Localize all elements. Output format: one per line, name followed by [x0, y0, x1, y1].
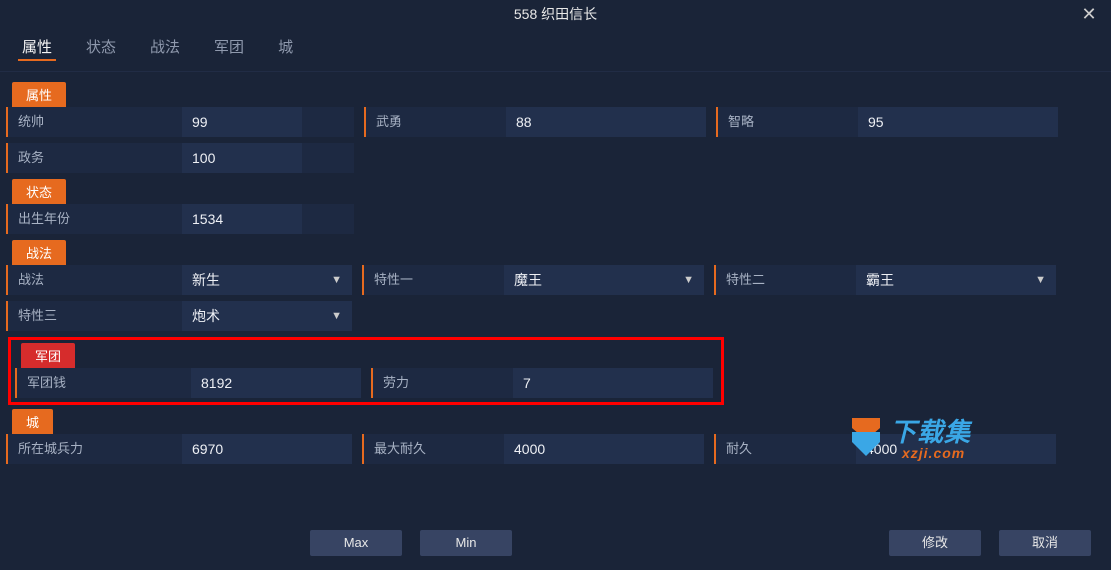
input-birth-year[interactable]	[182, 204, 302, 234]
label-birth-year: 出生年份	[8, 204, 182, 234]
section-header-status: 状态	[12, 179, 66, 204]
window-title: 558 织田信长	[514, 6, 597, 22]
field-intellect: 智略	[716, 107, 1058, 137]
select-trait1-value: 魔王	[514, 272, 542, 288]
field-army-money: 军团钱	[15, 368, 361, 398]
section-header-army: 军团	[21, 343, 75, 368]
tab-castle[interactable]: 城	[274, 34, 297, 61]
section-header-castle: 城	[12, 409, 53, 434]
field-tactic: 战法 新生 ▼	[6, 265, 352, 295]
label-trait1: 特性一	[364, 265, 504, 295]
select-trait3[interactable]: 炮术 ▼	[182, 301, 352, 331]
field-trait1: 特性一 魔王 ▼	[362, 265, 704, 295]
field-trait3: 特性三 炮术 ▼	[6, 301, 352, 331]
chevron-down-icon: ▼	[1035, 265, 1046, 295]
title-bar: 558 织田信长 ✕	[0, 0, 1111, 28]
tab-army[interactable]: 军团	[210, 34, 248, 61]
label-army-money: 军团钱	[17, 368, 191, 398]
label-castle-troops: 所在城兵力	[8, 434, 182, 464]
label-intellect: 智略	[718, 107, 858, 137]
field-valor: 武勇	[364, 107, 706, 137]
chevron-down-icon: ▼	[331, 301, 342, 331]
select-trait2-value: 霸王	[866, 272, 894, 288]
select-trait1[interactable]: 魔王 ▼	[504, 265, 704, 295]
close-icon: ✕	[1081, 4, 1096, 24]
watermark-line2: xzji.com	[902, 446, 971, 461]
label-leadership: 统帅	[8, 107, 182, 137]
select-trait3-value: 炮术	[192, 308, 220, 324]
tab-bar: 属性 状态 战法 军团 城	[0, 28, 1111, 72]
field-leadership: 统帅	[6, 107, 354, 137]
label-politics: 政务	[8, 143, 182, 173]
input-valor[interactable]	[506, 107, 706, 137]
field-castle-troops: 所在城兵力	[6, 434, 352, 464]
field-army-labor: 劳力	[371, 368, 713, 398]
select-trait2[interactable]: 霸王 ▼	[856, 265, 1056, 295]
label-tactic: 战法	[8, 265, 182, 295]
close-button[interactable]: ✕	[1079, 4, 1099, 24]
section-header-tactics: 战法	[12, 240, 66, 265]
input-army-labor[interactable]	[513, 368, 713, 398]
highlight-box-army: 军团 军团钱 劳力	[8, 337, 724, 405]
footer-buttons: Max Min 修改 取消	[0, 530, 1111, 556]
download-arrow-icon	[848, 418, 884, 461]
chevron-down-icon: ▼	[331, 265, 342, 295]
label-army-labor: 劳力	[373, 368, 513, 398]
watermark-line1: 下载集	[890, 419, 971, 446]
input-politics[interactable]	[182, 143, 302, 173]
input-intellect[interactable]	[858, 107, 1058, 137]
field-politics: 政务	[6, 143, 354, 173]
tab-status[interactable]: 状态	[82, 34, 120, 61]
field-castle-max-durability: 最大耐久	[362, 434, 704, 464]
label-trait2: 特性二	[716, 265, 856, 295]
section-header-attributes: 属性	[12, 82, 66, 107]
field-trait2: 特性二 霸王 ▼	[714, 265, 1056, 295]
label-castle-max-durability: 最大耐久	[364, 434, 504, 464]
label-trait3: 特性三	[8, 301, 182, 331]
watermark: 下载集 xzji.com	[848, 418, 971, 461]
label-castle-durability: 耐久	[716, 434, 856, 464]
input-castle-max-durability[interactable]	[504, 434, 704, 464]
tab-tactics[interactable]: 战法	[146, 34, 184, 61]
max-button[interactable]: Max	[310, 530, 402, 556]
field-birth-year: 出生年份	[6, 204, 354, 234]
min-button[interactable]: Min	[420, 530, 512, 556]
input-castle-troops[interactable]	[182, 434, 352, 464]
input-leadership[interactable]	[182, 107, 302, 137]
select-tactic-value: 新生	[192, 272, 220, 288]
modify-button[interactable]: 修改	[889, 530, 981, 556]
tab-attributes[interactable]: 属性	[18, 34, 56, 61]
cancel-button[interactable]: 取消	[999, 530, 1091, 556]
select-tactic[interactable]: 新生 ▼	[182, 265, 352, 295]
input-army-money[interactable]	[191, 368, 361, 398]
chevron-down-icon: ▼	[683, 265, 694, 295]
label-valor: 武勇	[366, 107, 506, 137]
